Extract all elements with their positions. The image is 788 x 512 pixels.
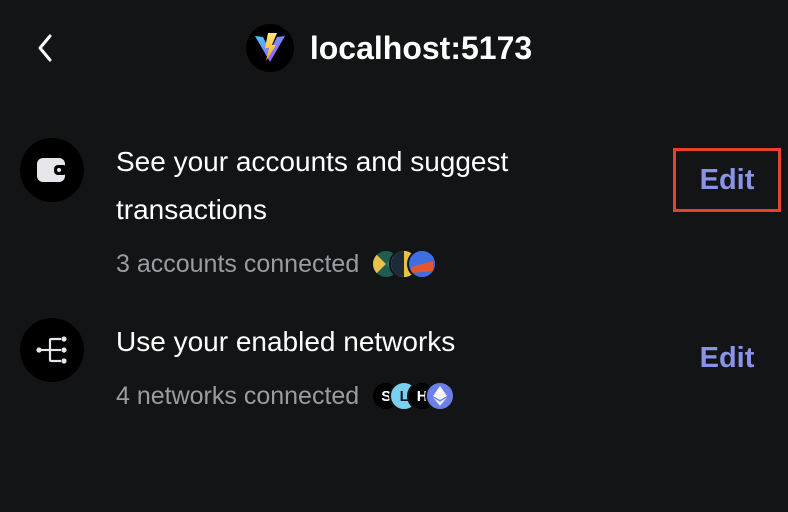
network-avatars: S L H: [371, 381, 456, 411]
permission-subtitle-row: 3 accounts connected: [116, 248, 438, 280]
edit-accounts-button[interactable]: Edit: [673, 148, 781, 212]
permission-title: See your accounts and suggest transactio…: [116, 146, 509, 225]
permission-row-networks: Use your enabled networks 4 networks con…: [20, 318, 780, 418]
permission-subtitle-row: 4 networks connected S L H: [116, 380, 456, 412]
ethereum-icon: [425, 381, 456, 411]
permission-title: Use your enabled networks: [116, 326, 456, 357]
edit-networks-button[interactable]: Edit: [673, 326, 781, 390]
account-avatar-3: [407, 249, 438, 279]
site-title: localhost:5173: [309, 29, 533, 66]
vite-logo-icon: [245, 24, 294, 72]
wallet-icon: [37, 158, 67, 182]
wallet-icon-container: [20, 138, 84, 202]
permission-subtitle: 3 accounts connected: [116, 249, 360, 278]
permission-subtitle: 4 networks connected: [116, 381, 360, 410]
permissions-page: localhost:5173 See your accounts and sug…: [0, 0, 788, 512]
permission-row-accounts: See your accounts and suggest transactio…: [20, 138, 781, 288]
site-header: localhost:5173: [0, 24, 788, 72]
network-icon: [36, 336, 67, 364]
network-icon-container: [20, 318, 84, 382]
account-avatars: [371, 249, 438, 279]
